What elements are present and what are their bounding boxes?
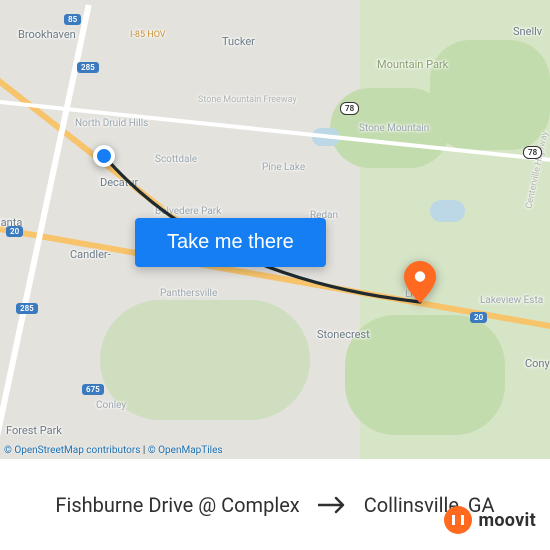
forest-4	[100, 300, 310, 420]
omt-link[interactable]: © OpenMapTiles	[148, 445, 223, 456]
brand-wordmark: moovit	[478, 510, 536, 531]
pin-icon	[404, 261, 436, 303]
map-canvas[interactable]: BrookhavenTuckerSnellvMountain ParkNorth…	[0, 0, 550, 459]
route-summary-bar: Fishburne Drive @ Complex Collinsville, …	[0, 459, 550, 550]
brand-logo[interactable]: moovit	[444, 506, 536, 534]
map-attribution: © OpenStreetMap contributors | © OpenMap…	[4, 445, 223, 456]
destination-marker[interactable]	[404, 261, 436, 307]
osm-link[interactable]: © OpenStreetMap contributors	[4, 445, 140, 456]
forest-2	[430, 40, 550, 150]
lake-1	[430, 200, 465, 222]
forest-3	[345, 315, 505, 435]
take-me-there-button[interactable]: Take me there	[135, 218, 326, 267]
origin-marker[interactable]	[93, 145, 115, 167]
arrow-right-icon	[318, 496, 346, 514]
brand-mark-icon	[444, 506, 472, 534]
origin-label: Fishburne Drive @ Complex	[55, 493, 299, 517]
